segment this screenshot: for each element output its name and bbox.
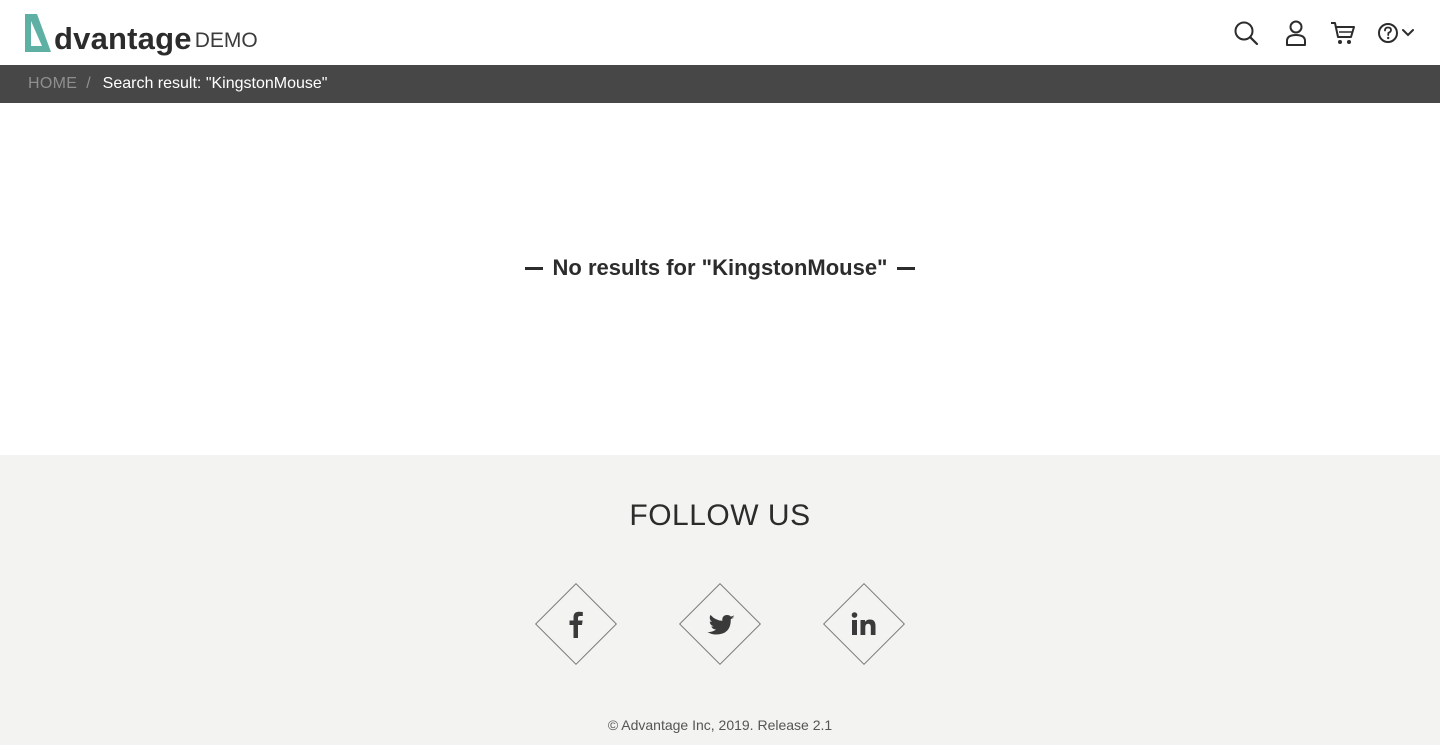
logo-text: dvantage <box>54 21 192 56</box>
breadcrumb: HOME / Search result: "KingstonMouse" <box>0 65 1440 103</box>
linkedin-link[interactable] <box>822 582 906 666</box>
logo[interactable]: dvantage DEMO <box>22 10 258 56</box>
chevron-down-icon <box>1402 29 1414 37</box>
site-footer: FOLLOW US © Advantage Inc, 2019. Release… <box>0 455 1440 745</box>
search-results-area: No results for "KingstonMouse" <box>0 103 1440 455</box>
no-results-text: No results for "KingstonMouse" <box>552 255 888 280</box>
facebook-link[interactable] <box>534 582 618 666</box>
user-icon[interactable] <box>1281 18 1311 48</box>
help-icon <box>1378 23 1398 43</box>
site-header: dvantage DEMO <box>0 0 1440 65</box>
facebook-icon <box>535 583 617 665</box>
no-results-message: No results for "KingstonMouse" <box>0 255 1440 281</box>
copyright-text: © Advantage Inc, 2019. Release 2.1 <box>607 717 833 733</box>
breadcrumb-home-link[interactable]: HOME <box>28 75 77 93</box>
right-dash <box>897 266 916 270</box>
search-icon[interactable] <box>1231 18 1261 48</box>
help-menu[interactable] <box>1375 18 1417 48</box>
follow-us-title: FOLLOW US <box>629 499 811 532</box>
cart-icon[interactable] <box>1328 18 1358 48</box>
logo-mark-icon <box>25 14 51 52</box>
logo-suffix: DEMO <box>194 29 258 52</box>
left-dash <box>524 266 543 270</box>
linkedin-icon <box>823 583 905 665</box>
twitter-link[interactable] <box>678 582 762 666</box>
breadcrumb-separator: / <box>86 75 91 92</box>
breadcrumb-current: Search result: "KingstonMouse" <box>102 75 328 92</box>
twitter-icon <box>679 583 761 665</box>
